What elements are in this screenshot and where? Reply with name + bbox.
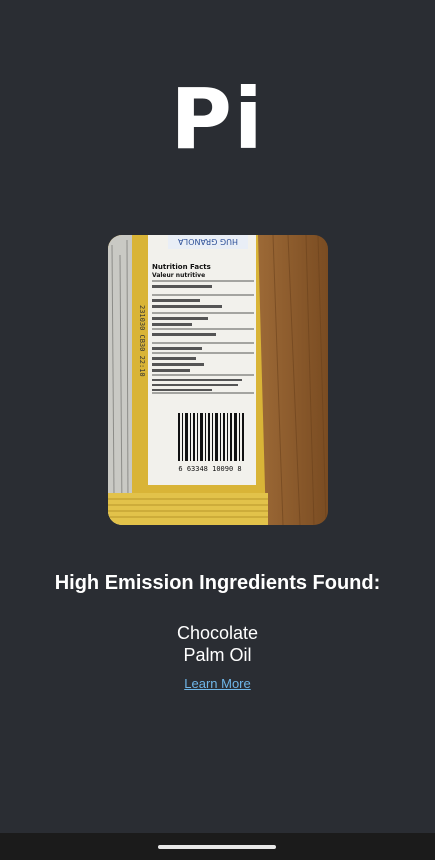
snack-bar-wrapper-image: HUG GRANOLA Nutrition Facts Valeur nutri… [108, 235, 328, 525]
ingredient-list: Chocolate Palm Oil [0, 622, 435, 666]
ingredient-item: Palm Oil [183, 645, 252, 665]
system-navigation-bar [0, 833, 435, 860]
product-photo: HUG GRANOLA Nutrition Facts Valeur nutri… [108, 235, 328, 525]
nutrition-label-header: Nutrition Facts [152, 263, 211, 271]
nutrition-label-subheader: Valeur nutritive [152, 272, 205, 279]
learn-more-link[interactable]: Learn More [184, 676, 250, 691]
ingredient-item: Chocolate [176, 623, 259, 643]
svg-text:231030 CB30 22:10: 231030 CB30 22:10 [138, 305, 146, 377]
results-heading: High Emission Ingredients Found: [54, 572, 381, 594]
app-title: Pi [170, 70, 265, 168]
home-indicator[interactable] [158, 845, 276, 849]
barcode-digits: 6 63348 10090 8 [178, 465, 241, 473]
svg-text:HUG GRANOLA: HUG GRANOLA [178, 237, 238, 246]
